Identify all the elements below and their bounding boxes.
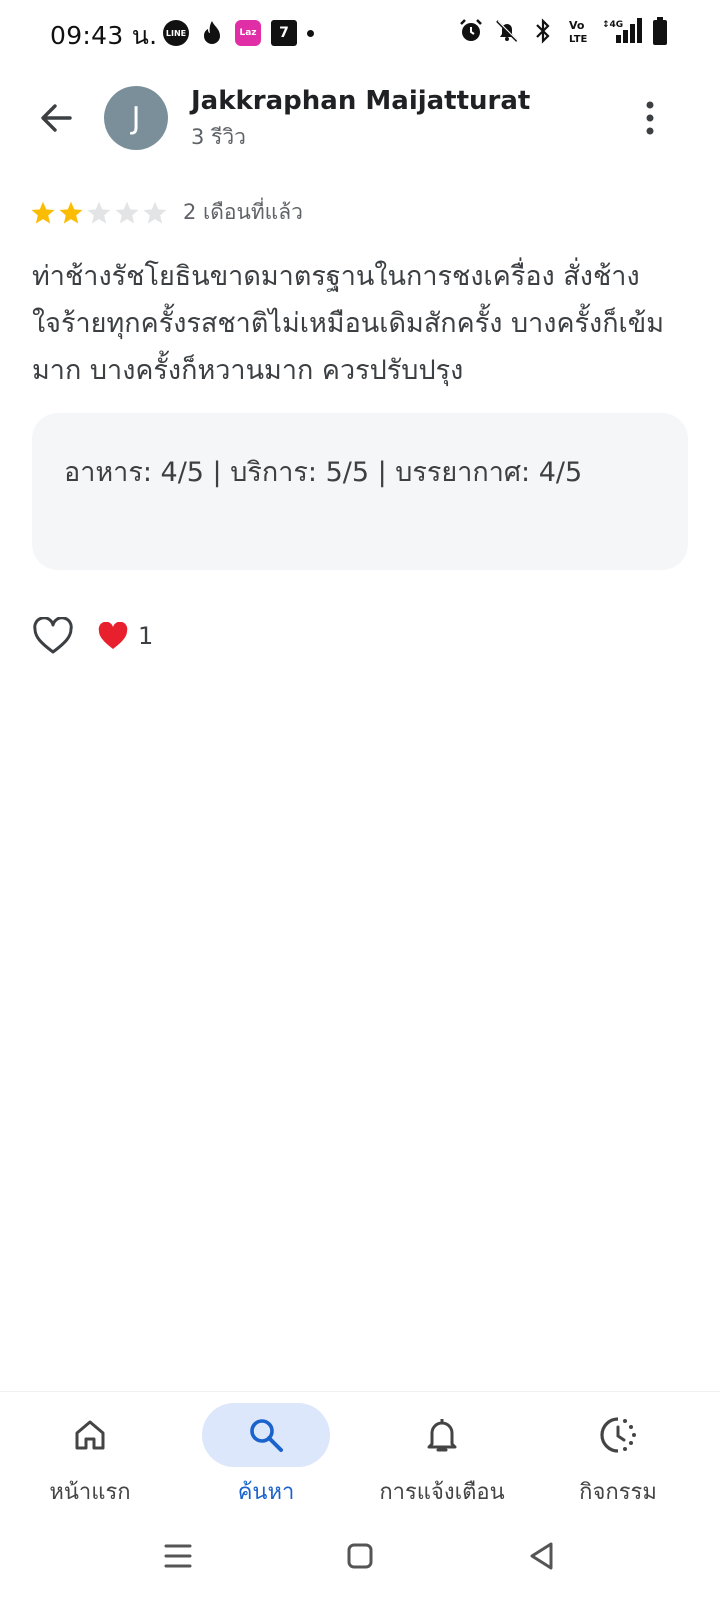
seven-eleven-app-icon: 7 (271, 20, 297, 46)
nav-notifications-label: การแจ้งเตือน (379, 1480, 505, 1505)
avatar[interactable]: J (104, 86, 168, 150)
review-count: 3 รีวิว (191, 125, 246, 149)
nav-notifications-icon-container (378, 1403, 506, 1467)
nav-notifications[interactable]: การแจ้งเตือน (352, 1392, 532, 1522)
system-navigation-bar (0, 1521, 720, 1600)
star-empty-icon (87, 201, 111, 224)
bell-icon (427, 1419, 457, 1452)
line-app-icon: LINE (163, 20, 189, 46)
star-empty-icon (143, 201, 167, 224)
4g-signal-icon: ↕4G (602, 16, 642, 46)
star-empty-icon (115, 201, 139, 224)
heart-count: 1 (138, 622, 154, 650)
nav-search-icon-container (202, 1403, 330, 1467)
recents-icon (164, 1544, 192, 1568)
svg-text:LTE: LTE (569, 34, 588, 44)
battery-icon (652, 16, 668, 46)
lazada-app-icon: Laz (235, 20, 261, 46)
alarm-icon (458, 16, 484, 46)
back-triangle-icon (530, 1542, 553, 1570)
nav-home-icon-container (26, 1403, 154, 1467)
rating-row: 2 เดือนที่แล้ว (30, 196, 303, 229)
home-icon (75, 1420, 105, 1450)
status-indicators: Vo LTE ↕4G (458, 16, 668, 46)
like-button[interactable] (30, 615, 76, 657)
nav-home[interactable]: หน้าแรก (0, 1392, 180, 1522)
nav-search-label: ค้นหา (237, 1480, 295, 1505)
svg-text:↕4G: ↕4G (602, 20, 623, 30)
heart-reaction-count[interactable]: 1 (98, 622, 153, 650)
reviewer-header: J Jakkraphan Maijatturat 3 รีวิว (0, 80, 720, 160)
review-date: 2 เดือนที่แล้ว (183, 200, 303, 224)
nav-home-label: หน้าแรก (49, 1480, 131, 1505)
review-text: ท่าช้างรัชโยธินขาดมาตรฐานในการชงเครื่อง … (32, 261, 665, 386)
nav-activity-label: กิจกรรม (579, 1480, 657, 1505)
nav-search[interactable]: ค้นหา (176, 1392, 356, 1522)
more-options-button[interactable] (620, 92, 680, 144)
back-button[interactable] (28, 94, 84, 142)
red-heart-icon (98, 622, 128, 649)
bottom-navigation: หน้าแรก ค้นหา การแจ้งเตือน กิจกรรม (0, 1391, 720, 1521)
back-system-button[interactable] (512, 1531, 572, 1581)
star-filled-icon (31, 201, 55, 224)
reviewer-name[interactable]: Jakkraphan Maijatturat (191, 86, 530, 116)
nav-activity[interactable]: กิจกรรม (528, 1392, 708, 1522)
heart-outline-icon (33, 617, 73, 654)
more-vert-icon (646, 101, 654, 135)
star-rating (30, 200, 168, 226)
search-icon (250, 1419, 283, 1452)
home-square-icon (347, 1543, 373, 1569)
status-bar: 09:43 น. LINE Laz 7 Vo LTE ↕4G (0, 0, 720, 64)
tinder-app-icon (199, 18, 225, 48)
recents-button[interactable] (148, 1531, 208, 1581)
more-notifications-dot-icon (307, 29, 314, 37)
reactions-row: 1 (30, 615, 153, 657)
sub-ratings-text: อาหาร: 4/5 | บริการ: 5/5 | บรรยากาศ: 4/5 (64, 457, 583, 488)
nav-activity-icon-container (554, 1403, 682, 1467)
arrow-back-icon (41, 104, 72, 132)
svg-text:Vo: Vo (569, 19, 585, 32)
volte-icon: Vo LTE (566, 16, 592, 46)
star-filled-icon (59, 201, 83, 224)
home-system-button[interactable] (330, 1531, 390, 1581)
bluetooth-icon (530, 16, 556, 46)
sub-ratings-box: อาหาร: 4/5 | บริการ: 5/5 | บรรยากาศ: 4/5 (32, 413, 688, 570)
status-time: 09:43 น. (50, 21, 158, 50)
status-app-notifications: LINE Laz 7 (163, 18, 314, 48)
mute-icon (494, 16, 520, 46)
activity-history-icon (600, 1417, 636, 1453)
